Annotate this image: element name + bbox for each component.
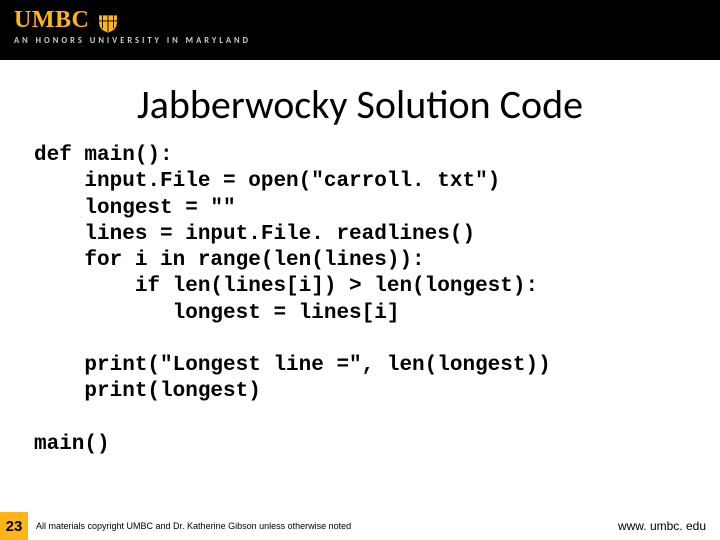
- slide-number: 23: [0, 512, 28, 540]
- copyright-text: All materials copyright UMBC and Dr. Kat…: [36, 521, 618, 531]
- shield-icon: [97, 6, 119, 34]
- header-bar: UMBC AN HONORS UNIVERSITY IN MARYLAND: [0, 0, 720, 60]
- footer: 23 All materials copyright UMBC and Dr. …: [0, 512, 720, 540]
- slide-title: Jabberwocky Solution Code: [0, 80, 720, 129]
- logo: UMBC: [14, 6, 706, 34]
- logo-text: UMBC: [14, 7, 89, 34]
- code-area: def main(): input.File = open("carroll. …: [0, 143, 720, 512]
- code-block: def main(): input.File = open("carroll. …: [34, 143, 686, 458]
- footer-url: www. umbc. edu: [618, 519, 706, 533]
- tagline: AN HONORS UNIVERSITY IN MARYLAND: [14, 36, 706, 46]
- slide: UMBC AN HONORS UNIVERSITY IN MARYLAND Ja…: [0, 0, 720, 540]
